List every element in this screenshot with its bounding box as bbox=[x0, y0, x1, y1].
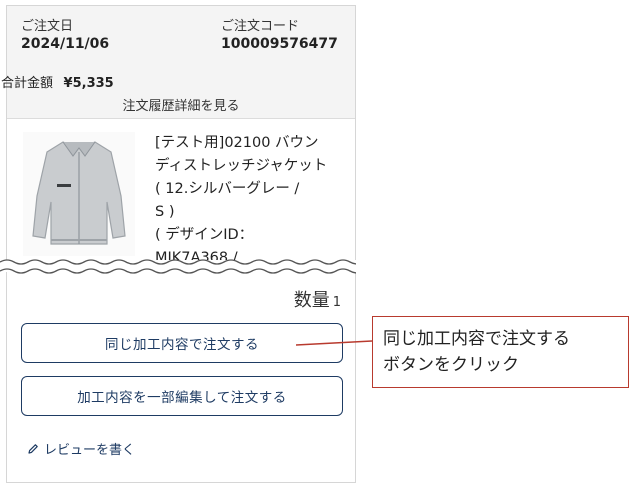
order-total-value: ¥5,335 bbox=[63, 76, 114, 91]
order-total: 合計金額 ¥5,335 bbox=[1, 72, 114, 91]
order-code-value: 100009576477 bbox=[221, 36, 338, 52]
cut-divider bbox=[0, 259, 356, 274]
product-name-line: ( デザインID： bbox=[155, 227, 254, 243]
annotation-line: 同じ加工内容で注文する bbox=[383, 329, 570, 349]
product-name[interactable]: [テスト用]02100 バウン ディストレッチジャケット ( 12.シルバーグレ… bbox=[155, 132, 351, 270]
product-name-line: ディストレッチジャケット bbox=[155, 158, 328, 174]
write-review-link[interactable]: レビューを書く bbox=[27, 439, 135, 458]
quantity-value: 1 bbox=[332, 295, 341, 310]
order-card: ご注文日 2024/11/06 ご注文コード 100009576477 合計金額… bbox=[1, 5, 356, 483]
pencil-icon bbox=[28, 443, 38, 454]
order-detail-link[interactable]: 注文履歴詳細を見る bbox=[7, 95, 355, 114]
product-name-line: S ) bbox=[155, 204, 175, 220]
product-name-line: [テスト用]02100 バウン bbox=[155, 135, 319, 151]
quantity: 数量 1 bbox=[294, 286, 341, 312]
product-name-line: ( 12.シルバーグレー / bbox=[155, 181, 300, 197]
order-code-label: ご注文コード bbox=[221, 19, 300, 34]
order-date-value: 2024/11/06 bbox=[21, 36, 110, 52]
annotation-line: ボタンをクリック bbox=[383, 355, 519, 375]
product-image[interactable] bbox=[23, 132, 135, 256]
quantity-label: 数量 bbox=[293, 290, 330, 311]
reorder-same-button[interactable]: 同じ加工内容で注文する bbox=[21, 323, 343, 363]
write-review-label: レビューを書く bbox=[44, 443, 136, 458]
callout-connector-line bbox=[296, 340, 372, 346]
order-summary-header: ご注文日 2024/11/06 ご注文コード 100009576477 合計金額… bbox=[1, 6, 355, 119]
screenshot-stage: ご注文日 2024/11/06 ご注文コード 100009576477 合計金額… bbox=[0, 0, 629, 490]
edit-and-order-button[interactable]: 加工内容を一部編集して注文する bbox=[21, 376, 343, 416]
annotation-callout: 同じ加工内容で注文する ボタンをクリック bbox=[372, 316, 629, 388]
order-total-label: 合計金額 bbox=[1, 76, 54, 91]
order-date-label: ご注文日 bbox=[21, 19, 74, 34]
jacket-icon bbox=[32, 141, 126, 245]
